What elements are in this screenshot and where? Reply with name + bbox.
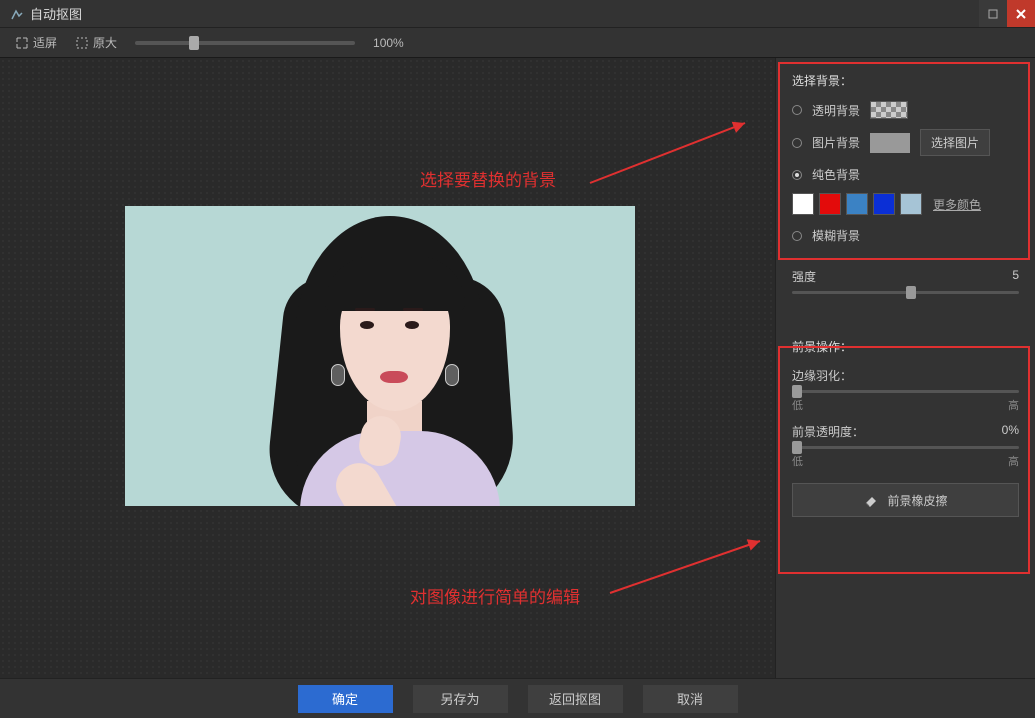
arrow-bottom-icon [600,533,770,603]
toolbar: 适屏 原大 100% [0,28,1035,58]
bg-option-blur[interactable]: 模糊背景 [792,227,1019,244]
intensity-panel: 强度 5 [776,264,1035,304]
fg-panel-title: 前景操作： [792,338,1019,355]
color-swatches: 更多颜色 [792,193,1019,215]
transparency-swatch [870,101,908,119]
swatch-blue[interactable] [846,193,868,215]
opacity-value: 0% [1002,423,1019,440]
cancel-button[interactable]: 取消 [643,685,738,713]
image-preview[interactable] [125,206,635,506]
bg-option-transparent[interactable]: 透明背景 [792,101,1019,119]
solid-bg-label: 纯色背景 [812,166,860,183]
feather-slider[interactable] [792,390,1019,393]
titlebar: 自动抠图 [0,0,1035,28]
fit-label: 适屏 [33,34,57,51]
swatch-lightblue[interactable] [900,193,922,215]
minimize-button[interactable] [979,0,1007,27]
foreground-eraser-button[interactable]: 前景橡皮擦 [792,483,1019,517]
ok-button[interactable]: 确定 [298,685,393,713]
intensity-slider[interactable] [792,291,1019,294]
slider-thumb[interactable] [792,385,802,398]
fit-screen-button[interactable]: 适屏 [15,34,57,51]
radio-icon-selected [792,170,802,180]
slider-low-label: 低 [792,453,803,469]
feather-label: 边缘羽化： [792,367,852,384]
slider-thumb[interactable] [906,286,916,299]
portrait-illustration [255,216,515,506]
eraser-label: 前景橡皮擦 [887,492,947,509]
save-as-button[interactable]: 另存为 [413,685,508,713]
annotation-bottom: 对图像进行简单的编辑 [410,583,580,608]
opacity-slider[interactable] [792,446,1019,449]
eraser-icon [863,493,879,507]
slider-thumb[interactable] [792,441,802,454]
more-colors-link[interactable]: 更多颜色 [933,196,981,213]
footer: 确定 另存为 返回抠图 取消 [0,678,1035,718]
bg-option-solid[interactable]: 纯色背景 [792,166,1019,183]
opacity-label: 前景透明度： [792,423,864,440]
canvas-area: 选择要替换的背景 对图像进行简单的编辑 [0,58,775,678]
bg-panel-title: 选择背景： [792,72,1019,89]
swatch-darkblue[interactable] [873,193,895,215]
original-icon [75,36,89,50]
slider-high-label: 高 [1008,453,1019,469]
blur-bg-label: 模糊背景 [812,227,860,244]
original-label: 原大 [93,34,117,51]
intensity-value: 5 [1012,268,1019,285]
foreground-panel: 前景操作： 边缘羽化： 低 高 前景透明度： 0% [776,324,1035,527]
image-bg-label: 图片背景 [812,134,860,151]
intensity-label: 强度 [792,268,816,285]
swatch-red[interactable] [819,193,841,215]
annotation-top: 选择要替换的背景 [420,166,556,191]
transparent-label: 透明背景 [812,102,860,119]
arrow-top-icon [580,113,760,193]
bg-option-image[interactable]: 图片背景 选择图片 [792,129,1019,156]
background-panel: 选择背景： 透明背景 图片背景 选择图片 纯色背景 [776,58,1035,264]
back-to-cutout-button[interactable]: 返回抠图 [528,685,623,713]
app-icon [10,7,24,21]
swatch-white[interactable] [792,193,814,215]
radio-icon [792,138,802,148]
zoom-value: 100% [373,36,404,50]
close-button[interactable] [1007,0,1035,27]
zoom-thumb[interactable] [189,36,199,50]
radio-icon [792,231,802,241]
radio-icon [792,105,802,115]
slider-low-label: 低 [792,397,803,413]
slider-high-label: 高 [1008,397,1019,413]
original-size-button[interactable]: 原大 [75,34,117,51]
select-image-button[interactable]: 选择图片 [920,129,990,156]
image-swatch [870,133,910,153]
fit-icon [15,36,29,50]
window-title: 自动抠图 [30,4,979,23]
side-panel: 选择背景： 透明背景 图片背景 选择图片 纯色背景 [775,58,1035,678]
zoom-slider[interactable] [135,41,355,45]
